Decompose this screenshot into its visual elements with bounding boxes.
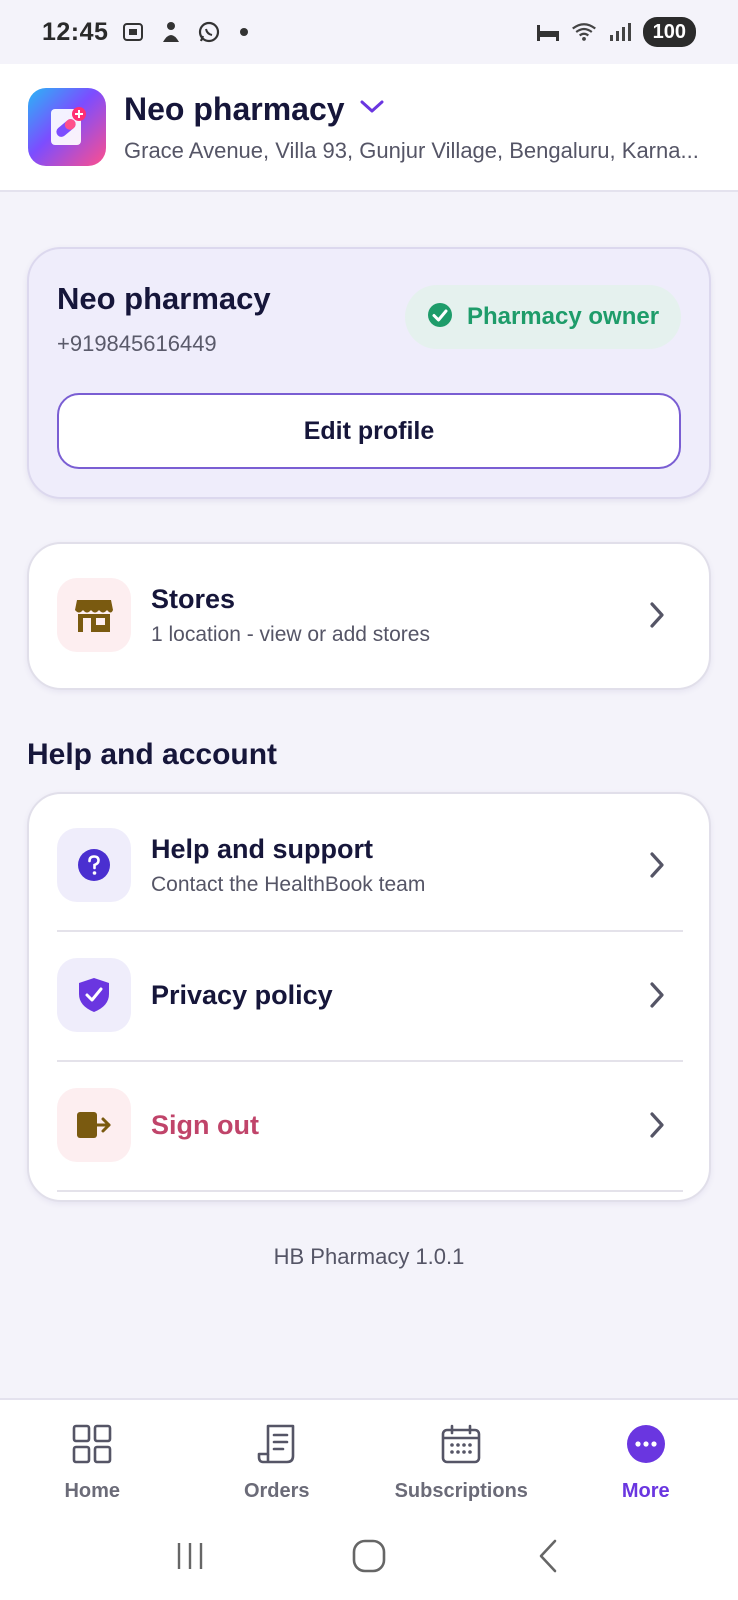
edit-profile-button[interactable]: Edit profile bbox=[57, 393, 681, 469]
shield-check-icon bbox=[57, 958, 131, 1032]
profile-phone: +919845616449 bbox=[57, 331, 217, 356]
check-circle-icon bbox=[427, 302, 453, 333]
status-time: 12:45 bbox=[42, 17, 109, 46]
stores-text: Stores 1 location - view or add stores bbox=[151, 584, 645, 647]
orders-receipt-icon bbox=[255, 1422, 299, 1466]
nav-more-label: More bbox=[621, 1480, 670, 1502]
sign-out-title: Sign out bbox=[151, 1109, 259, 1140]
chevron-right-icon bbox=[645, 600, 669, 630]
nav-orders[interactable]: Orders bbox=[185, 1400, 370, 1503]
wifi-icon bbox=[571, 19, 597, 45]
sign-out-text: Sign out bbox=[151, 1110, 645, 1141]
app-header: Neo pharmacy Grace Avenue, Villa 93, Gun… bbox=[0, 64, 738, 192]
sign-out-icon bbox=[57, 1088, 131, 1162]
status-bar: 12:45 100 bbox=[0, 0, 738, 64]
chevron-right-icon bbox=[645, 850, 669, 880]
section-title-help: Help and account bbox=[27, 738, 278, 771]
more-dots-icon bbox=[624, 1422, 668, 1466]
divider bbox=[57, 930, 683, 932]
help-icon bbox=[57, 828, 131, 902]
sleep-mode-icon bbox=[535, 19, 561, 45]
role-badge-label: Pharmacy owner bbox=[466, 303, 660, 330]
bottom-nav: Home Orders Subscriptions More bbox=[0, 1398, 738, 1512]
profile-card: Neo pharmacy +919845616449 Pharmacy owne… bbox=[27, 247, 711, 499]
stores-title: Stores bbox=[151, 583, 236, 614]
header-text: Neo pharmacy Grace Avenue, Villa 93, Gun… bbox=[124, 91, 710, 164]
calendar-icon bbox=[439, 1422, 483, 1466]
status-bar-right: 100 bbox=[535, 17, 696, 47]
store-address: Grace Avenue, Villa 93, Gunjur Village, … bbox=[124, 137, 699, 163]
chevron-right-icon bbox=[645, 980, 669, 1010]
help-support-text: Help and support Contact the HealthBook … bbox=[151, 834, 645, 897]
help-support-row[interactable]: Help and support Contact the HealthBook … bbox=[29, 828, 709, 902]
divider bbox=[57, 1060, 683, 1062]
nav-subscriptions[interactable]: Subscriptions bbox=[369, 1400, 554, 1503]
chevron-down-icon bbox=[359, 99, 385, 120]
privacy-policy-title: Privacy policy bbox=[151, 979, 333, 1010]
back-button[interactable] bbox=[518, 1531, 578, 1581]
store-switcher[interactable]: Neo pharmacy bbox=[124, 91, 710, 128]
help-account-card: Help and support Contact the HealthBook … bbox=[27, 792, 711, 1202]
help-support-subtitle: Contact the HealthBook team bbox=[151, 872, 426, 896]
stores-subtitle: 1 location - view or add stores bbox=[151, 622, 430, 646]
help-support-title: Help and support bbox=[151, 833, 373, 864]
privacy-policy-row[interactable]: Privacy policy bbox=[29, 958, 709, 1032]
whatsapp-icon bbox=[196, 19, 222, 45]
app-version: HB Pharmacy 1.0.1 bbox=[273, 1244, 465, 1269]
nav-more[interactable]: More bbox=[554, 1400, 738, 1503]
store-icon bbox=[57, 578, 131, 652]
stores-card[interactable]: Stores 1 location - view or add stores bbox=[27, 542, 711, 690]
nav-orders-label: Orders bbox=[243, 1480, 310, 1502]
sign-out-row[interactable]: Sign out bbox=[29, 1088, 709, 1162]
nav-subscriptions-label: Subscriptions bbox=[394, 1480, 528, 1502]
role-badge: Pharmacy owner bbox=[405, 285, 681, 349]
notification-app-icon bbox=[158, 19, 184, 45]
stores-row[interactable]: Stores 1 location - view or add stores bbox=[29, 578, 709, 652]
nav-home-label: Home bbox=[64, 1480, 121, 1502]
store-name: Neo pharmacy bbox=[124, 90, 345, 127]
screenshot-icon bbox=[120, 19, 146, 45]
profile-name: Neo pharmacy bbox=[57, 281, 271, 316]
more-notifications-dot bbox=[240, 28, 249, 36]
nav-home[interactable]: Home bbox=[0, 1400, 185, 1503]
home-button[interactable] bbox=[339, 1531, 399, 1581]
app-logo bbox=[28, 88, 106, 166]
chevron-right-icon bbox=[645, 1110, 669, 1140]
system-nav-bar bbox=[0, 1512, 738, 1600]
signal-icon bbox=[607, 19, 633, 45]
privacy-policy-text: Privacy policy bbox=[151, 980, 645, 1011]
home-grid-icon bbox=[70, 1422, 114, 1466]
divider bbox=[57, 1190, 683, 1192]
recent-apps-button[interactable] bbox=[160, 1531, 220, 1581]
battery-indicator: 100 bbox=[642, 17, 696, 47]
status-bar-left: 12:45 bbox=[42, 17, 249, 47]
